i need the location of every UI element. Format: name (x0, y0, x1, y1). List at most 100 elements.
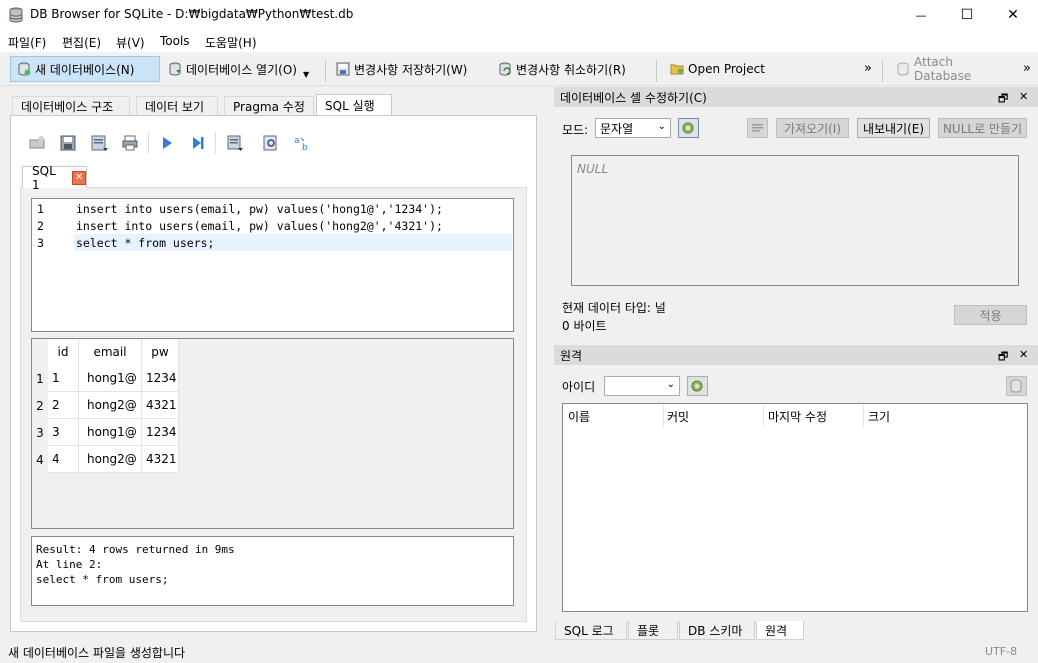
close-tab-icon[interactable]: ✕ (72, 170, 86, 185)
maximize-button[interactable]: ☐ (944, 0, 990, 30)
tab-sql-1[interactable]: SQL 1 ✕ (22, 164, 87, 192)
set-null-button[interactable]: NULL로 만들기 (938, 118, 1027, 138)
dropdown-arrow-icon[interactable]: ▼ (303, 70, 309, 79)
maximize-icon: ☐ (960, 7, 974, 23)
column-header-pw[interactable]: pw (142, 339, 179, 365)
table-cell[interactable]: 4321 (142, 392, 179, 419)
execute-all-icon[interactable] (158, 134, 176, 152)
tab-sql-log[interactable]: SQL 로그 (555, 621, 627, 640)
edit-cell-dock-title: 데이터베이스 셀 수정하기(C) 🗗 ✕ (554, 87, 1038, 107)
remote-file-list[interactable]: 이름 커밋 마지막 수정 크기 (562, 403, 1028, 612)
table-cell[interactable]: hong1@ (79, 419, 142, 446)
column-header-name[interactable]: 이름 (568, 408, 590, 425)
apply-button[interactable]: 적용 (954, 305, 1027, 325)
close-dock-icon[interactable]: ✕ (1019, 90, 1028, 103)
menu-edit[interactable]: 편집(E) (62, 34, 101, 51)
table-cell[interactable]: 3 (48, 419, 79, 446)
attach-database-icon (897, 62, 909, 76)
table-cell[interactable]: 1 (48, 365, 79, 392)
data-size-text: 0 바이트 (562, 319, 607, 333)
table-cell[interactable]: 1234 (142, 419, 179, 446)
find-text-icon[interactable] (262, 134, 280, 152)
menu-view[interactable]: 뷰(V) (116, 34, 145, 51)
menu-file[interactable]: 파일(F) (8, 34, 46, 51)
null-placeholder: NULL (577, 162, 609, 176)
tab-browse-data[interactable]: 데이터 보기 (136, 96, 218, 116)
results-grid[interactable]: id email pw 1 2 3 4 1 hong1@ 1234 2 hong… (31, 338, 514, 529)
identity-label: 아이디 (562, 380, 596, 394)
row-header[interactable]: 3 (32, 419, 48, 446)
mode-label: 모드: (562, 123, 589, 137)
table-cell[interactable]: hong2@ (79, 446, 142, 473)
message-line: select * from users; (36, 573, 169, 586)
new-database-label: 새 데이터베이스(N) (35, 62, 135, 77)
menu-help[interactable]: 도움말(H) (205, 34, 257, 51)
print-icon[interactable] (121, 134, 139, 152)
table-cell[interactable]: hong2@ (79, 392, 142, 419)
tab-plot[interactable]: 플롯 (628, 621, 678, 640)
word-wrap-icon[interactable] (747, 118, 768, 138)
auto-format-icon[interactable] (678, 118, 699, 138)
save-results-icon[interactable] (226, 134, 244, 152)
toolbar-overflow-icon[interactable]: » (864, 61, 872, 76)
import-button[interactable]: 가져오기(I) (776, 118, 849, 138)
table-cell[interactable]: 4 (48, 446, 79, 473)
row-header[interactable]: 2 (32, 392, 48, 419)
row-header[interactable]: 1 (32, 365, 48, 392)
revert-changes-icon (499, 62, 511, 76)
tab-database-structure[interactable]: 데이터베이스 구조 (12, 96, 130, 116)
column-header-size[interactable]: 크기 (868, 408, 890, 425)
column-header-last-modified[interactable]: 마지막 수정 (768, 408, 827, 425)
export-button[interactable]: 내보내기(E) (857, 118, 930, 138)
table-cell[interactable]: hong1@ (79, 365, 142, 392)
column-header-commit[interactable]: 커밋 (667, 408, 689, 425)
database-icon (9, 7, 23, 23)
close-button[interactable]: ✕ (990, 0, 1036, 30)
open-tab-icon[interactable] (28, 134, 46, 152)
mode-select[interactable]: 문자열 ⌄ (595, 118, 671, 138)
open-project-icon (670, 64, 684, 75)
toolbar-overflow-icon-2[interactable]: » (1023, 61, 1031, 76)
find-replace-icon[interactable]: ab (293, 134, 311, 152)
open-sql-file-icon[interactable] (59, 134, 77, 152)
save-sql-file-icon[interactable] (90, 134, 108, 152)
minimize-button[interactable]: — (898, 0, 944, 30)
table-cell[interactable]: 1234 (142, 365, 179, 392)
open-database-label: 데이터베이스 열기(O) (186, 62, 297, 77)
status-message: 새 데이터베이스 파일을 생성합니다 (8, 646, 186, 660)
code-line: insert into users(email, pw) values('hon… (76, 219, 443, 233)
tab-db-schema[interactable]: DB 스키마 (679, 621, 755, 640)
new-database-icon (18, 62, 31, 76)
main-toolbar: 새 데이터베이스(N) 데이터베이스 열기(O) ▼ 변경사항 저장하기(W) … (0, 52, 1038, 86)
sql-editor[interactable]: 1 2 3 insert into users(email, pw) value… (31, 198, 514, 332)
configure-identity-icon[interactable] (687, 376, 708, 396)
attach-database-button[interactable]: Attach Database (890, 55, 1015, 83)
column-header-email[interactable]: email (79, 339, 142, 365)
new-database-button[interactable]: 새 데이터베이스(N) (10, 56, 160, 82)
execute-current-line-icon[interactable] (189, 134, 207, 152)
float-dock-icon[interactable]: 🗗 (998, 90, 1008, 109)
open-database-button[interactable]: 데이터베이스 열기(O) ▼ (162, 56, 322, 82)
dock-title-text: 데이터베이스 셀 수정하기(C) (560, 90, 707, 105)
table-cell[interactable]: 4321 (142, 446, 179, 473)
write-changes-label: 변경사항 저장하기(W) (354, 62, 468, 77)
tab-label: Pragma 수정 (233, 100, 305, 114)
menu-tools[interactable]: Tools (160, 34, 190, 48)
tab-remote[interactable]: 원격 (756, 621, 804, 640)
column-header-id[interactable]: id (48, 339, 79, 365)
result-message-box[interactable]: Result: 4 rows returned in 9ms At line 2… (31, 536, 514, 606)
tab-execute-sql[interactable]: SQL 실행 (316, 94, 392, 116)
close-dock-icon[interactable]: ✕ (1019, 348, 1028, 361)
tab-edit-pragmas[interactable]: Pragma 수정 (224, 96, 314, 116)
cell-value-editor[interactable]: NULL (571, 155, 1019, 286)
close-icon: ✕ (1007, 7, 1019, 23)
float-dock-icon[interactable]: 🗗 (998, 348, 1008, 367)
identity-select[interactable]: ⌄ (604, 376, 680, 396)
push-database-icon[interactable] (1006, 376, 1027, 396)
table-cell[interactable]: 2 (48, 392, 79, 419)
chevron-down-icon: ⌄ (657, 121, 666, 132)
revert-changes-button[interactable]: 변경사항 취소하기(R) (492, 56, 642, 82)
row-header[interactable]: 4 (32, 446, 48, 473)
write-changes-button[interactable]: 변경사항 저장하기(W) (330, 56, 480, 82)
open-project-button[interactable]: Open Project (664, 56, 774, 82)
